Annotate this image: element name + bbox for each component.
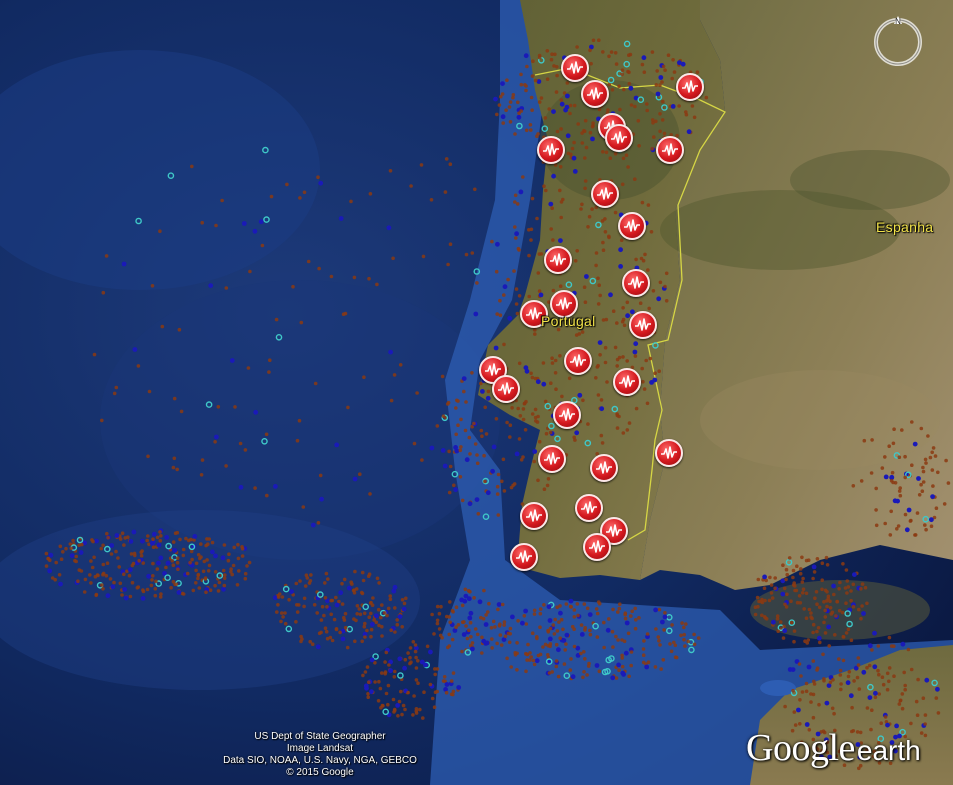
seismograph-station-marker[interactable] [655,439,683,467]
seismograph-station-marker[interactable] [583,533,611,561]
seismograph-station-marker[interactable] [575,494,603,522]
seismograph-icon [682,80,698,93]
compass-control[interactable]: N [870,14,926,70]
seismograph-station-marker[interactable] [605,124,633,152]
seismograph-icon [567,61,583,74]
seismograph-station-marker[interactable] [537,136,565,164]
seismograph-icon [628,276,644,289]
seismograph-station-marker[interactable] [553,401,581,429]
seismograph-station-marker[interactable] [561,54,589,82]
attribution-line: Data SIO, NOAA, U.S. Navy, NGA, GEBCO [223,755,417,766]
seismograph-station-marker[interactable] [656,136,684,164]
seismograph-icon [587,87,603,100]
seismograph-station-marker[interactable] [581,80,609,108]
seismograph-icon [596,461,612,474]
seismograph-icon [556,297,572,310]
seismograph-station-marker[interactable] [629,311,657,339]
seismograph-icon [589,540,605,553]
seismograph-station-marker[interactable] [510,543,538,571]
place-label-espanha: Espanha [876,219,934,235]
seismograph-icon [597,187,613,200]
place-label-portugal: Portugal [541,313,596,329]
seismograph-icon [570,354,586,367]
seismograph-station-marker[interactable] [544,246,572,274]
seismograph-icon [559,408,575,421]
seismograph-station-marker[interactable] [564,347,592,375]
map-viewport[interactable]: Portugal Espanha N US Dept of State Geog… [0,0,953,785]
seismograph-station-marker[interactable] [613,368,641,396]
attribution-line: US Dept of State Geographer [254,731,386,742]
seismograph-station-marker[interactable] [590,454,618,482]
seismograph-icon [516,550,532,563]
attribution-line: Image Landsat [286,743,354,754]
seismograph-icon [498,382,514,395]
seismograph-station-marker[interactable] [676,73,704,101]
logo-wordmark-google: Google [746,727,855,769]
attribution-line: © 2015 Google [286,767,354,778]
seismograph-station-marker[interactable] [622,269,650,297]
seismograph-icon [581,501,597,514]
seismograph-icon [662,143,678,156]
seismograph-icon [661,446,677,459]
seismograph-station-marker[interactable] [492,375,520,403]
seismograph-icon [635,318,651,331]
seismograph-icon [526,509,542,522]
google-earth-logo: Googleearth [746,726,921,770]
seismograph-icon [543,143,559,156]
seismograph-icon [550,253,566,266]
seismograph-station-marker[interactable] [538,445,566,473]
attribution: US Dept of State Geographer Image Landsa… [210,731,430,779]
seismograph-icon [611,131,627,144]
seismograph-icon [624,219,640,232]
seismograph-icon [544,452,560,465]
seismograph-station-marker[interactable] [591,180,619,208]
seismograph-station-marker[interactable] [618,212,646,240]
seismic-stations-layer [0,0,953,785]
compass-north-label: N [895,17,901,26]
seismograph-icon [619,375,635,388]
seismograph-station-marker[interactable] [520,502,548,530]
compass-icon: N [874,16,922,66]
logo-wordmark-earth: earth [856,735,921,766]
